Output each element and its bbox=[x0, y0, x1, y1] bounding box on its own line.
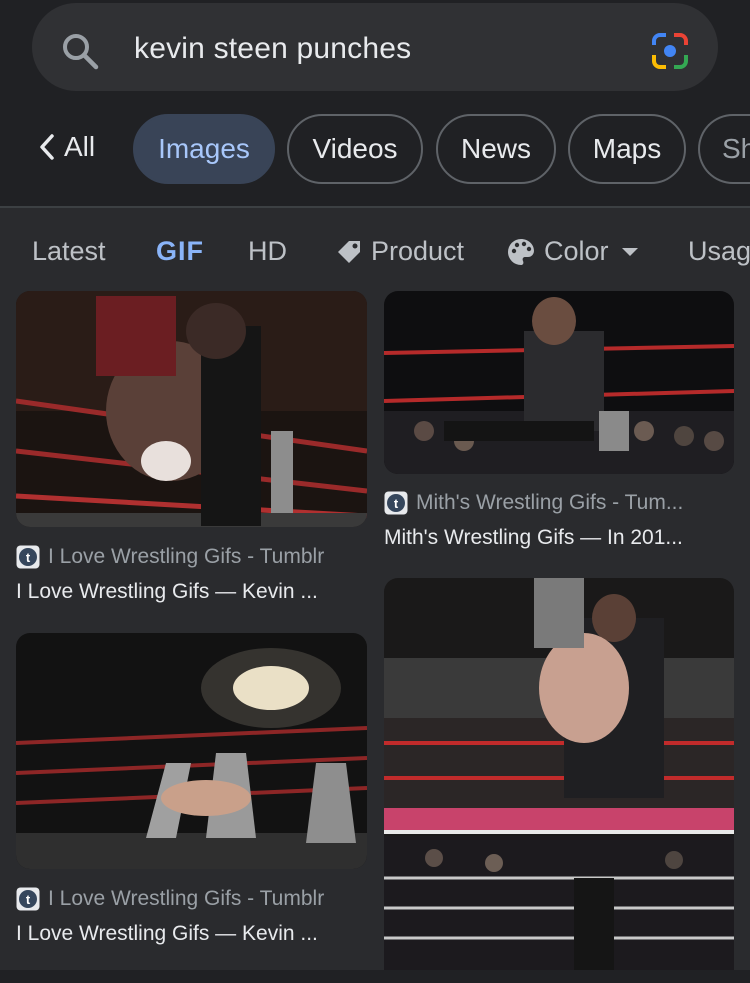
tab-images[interactable]: Images bbox=[133, 114, 275, 184]
tumblr-icon: t bbox=[16, 545, 40, 569]
wrestling-gif-thumbnail bbox=[384, 578, 734, 970]
filter-latest[interactable]: Latest bbox=[32, 236, 106, 267]
filter-product-label: Product bbox=[371, 236, 465, 266]
result-source-label: I Love Wrestling Gifs - Tumblr bbox=[48, 545, 325, 568]
result-image-3[interactable] bbox=[16, 633, 367, 869]
google-lens-icon[interactable] bbox=[648, 31, 692, 71]
tumblr-icon: t bbox=[384, 491, 408, 515]
filter-usage-rights[interactable]: Usag bbox=[688, 236, 750, 267]
tag-icon bbox=[338, 240, 360, 263]
tab-images-label: Images bbox=[158, 133, 250, 164]
tab-shopping-label: Sh bbox=[722, 133, 750, 164]
palette-icon bbox=[508, 238, 534, 265]
result-image-2[interactable] bbox=[384, 291, 734, 474]
result-source-label: Mith's Wrestling Gifs - Tum... bbox=[416, 491, 684, 514]
result-title-2[interactable]: Mith's Wrestling Gifs — In 201... bbox=[384, 526, 683, 550]
chevron-down-icon bbox=[621, 247, 638, 256]
filter-product[interactable]: Product bbox=[335, 236, 464, 267]
tab-shopping[interactable]: Sh bbox=[698, 114, 750, 184]
filter-usage-label: Usag bbox=[688, 236, 750, 266]
filter-gif[interactable]: GIF bbox=[156, 236, 204, 267]
tab-videos[interactable]: Videos bbox=[287, 114, 423, 184]
filter-color[interactable]: Color bbox=[506, 236, 649, 267]
filter-gif-label: GIF bbox=[156, 236, 204, 266]
search-input[interactable]: kevin steen punches bbox=[134, 32, 411, 66]
result-image-1[interactable] bbox=[16, 291, 367, 527]
wrestling-gif-thumbnail bbox=[384, 291, 734, 474]
result-title-1[interactable]: I Love Wrestling Gifs — Kevin ... bbox=[16, 580, 318, 604]
filter-latest-label: Latest bbox=[32, 236, 106, 266]
result-title-3[interactable]: I Love Wrestling Gifs — Kevin ... bbox=[16, 922, 318, 946]
filter-hd[interactable]: HD bbox=[248, 236, 287, 267]
filter-hd-label: HD bbox=[248, 236, 287, 266]
search-bar[interactable]: kevin steen punches bbox=[32, 3, 718, 91]
chevron-left-icon bbox=[40, 134, 54, 160]
tab-all-label: All bbox=[64, 131, 96, 162]
tab-all[interactable]: All bbox=[38, 131, 95, 163]
result-source-1[interactable]: t I Love Wrestling Gifs - Tumblr bbox=[16, 545, 324, 569]
tab-maps-label: Maps bbox=[592, 133, 662, 164]
tab-videos-label: Videos bbox=[312, 133, 398, 164]
tab-maps[interactable]: Maps bbox=[568, 114, 686, 184]
result-source-2[interactable]: t Mith's Wrestling Gifs - Tum... bbox=[384, 491, 683, 515]
bottom-edge bbox=[0, 970, 750, 983]
wrestling-gif-thumbnail bbox=[16, 633, 367, 869]
result-image-4[interactable] bbox=[384, 578, 734, 970]
tab-news[interactable]: News bbox=[436, 114, 556, 184]
wrestling-gif-thumbnail bbox=[16, 291, 367, 527]
result-source-3[interactable]: t I Love Wrestling Gifs - Tumblr bbox=[16, 887, 324, 911]
tumblr-icon: t bbox=[16, 887, 40, 911]
svg-text:t: t bbox=[394, 496, 399, 511]
search-icon[interactable] bbox=[60, 31, 100, 71]
filter-color-label: Color bbox=[544, 236, 609, 266]
tab-news-label: News bbox=[460, 133, 531, 164]
result-source-label: I Love Wrestling Gifs - Tumblr bbox=[48, 887, 325, 910]
search-tabs: All Images Videos News Maps Sh bbox=[0, 114, 750, 186]
svg-text:t: t bbox=[26, 892, 31, 907]
svg-text:t: t bbox=[26, 550, 31, 565]
